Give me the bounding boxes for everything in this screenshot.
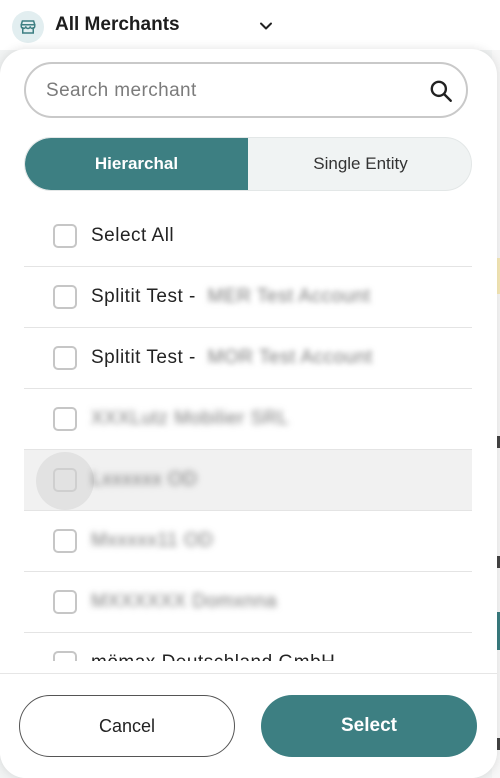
- list-item[interactable]: MXXXXXX Domxnna: [24, 572, 472, 633]
- list-item-label: XXXLutz Mobilier SRL: [91, 408, 289, 430]
- list-item[interactable]: mömax Deutschland GmbH: [24, 633, 472, 661]
- store-icon[interactable]: [12, 11, 44, 43]
- tab-single-entity[interactable]: Single Entity: [248, 138, 471, 190]
- redacted-text: MER Test Account: [207, 286, 371, 307]
- redacted-text: MXXXXXX Domxnna: [91, 591, 277, 612]
- tab-hierarchal[interactable]: Hierarchal: [25, 138, 248, 190]
- list-item[interactable]: XXXLutz Mobilier SRL: [24, 389, 472, 450]
- view-mode-toggle: Hierarchal Single Entity: [24, 137, 472, 191]
- list-item[interactable]: Splitit Test - MOR Test Account: [24, 328, 472, 389]
- checkbox[interactable]: [53, 468, 77, 492]
- redacted-text: Lxxxxxx OD: [91, 469, 198, 490]
- list-item-label: Select All: [91, 225, 175, 246]
- list-item-label: Lxxxxxx OD: [91, 469, 197, 491]
- checkbox[interactable]: [53, 651, 77, 661]
- checkbox[interactable]: [53, 224, 77, 248]
- list-item-label: Mxxxxx11 OD: [91, 530, 213, 552]
- redacted-text: Mxxxxx11 OD: [91, 530, 214, 551]
- redacted-text: XXXLutz Mobilier SRL: [91, 408, 289, 429]
- cancel-button[interactable]: Cancel: [19, 695, 235, 757]
- merchant-picker-panel: Hierarchal Single Entity Select All Spli…: [0, 49, 497, 778]
- select-button[interactable]: Select: [261, 695, 477, 757]
- checkbox[interactable]: [53, 285, 77, 309]
- search-box: [24, 62, 468, 118]
- redacted-text: MOR Test Account: [207, 347, 373, 368]
- list-item-label: Splitit Test - MOR Test Account: [91, 347, 373, 368]
- merchant-list: Select All Splitit Test - MER Test Accou…: [24, 206, 472, 661]
- checkbox[interactable]: [53, 407, 77, 431]
- list-item-label: MXXXXXX Domxnna: [91, 591, 277, 613]
- picker-footer: Cancel Select: [0, 673, 497, 778]
- checkbox[interactable]: [53, 529, 77, 553]
- checkbox[interactable]: [53, 346, 77, 370]
- list-item[interactable]: Splitit Test - MER Test Account: [24, 267, 472, 328]
- list-item[interactable]: Lxxxxxx OD: [24, 450, 472, 511]
- merchant-selector-title[interactable]: All Merchants: [55, 14, 180, 36]
- chevron-down-icon[interactable]: [256, 16, 276, 36]
- list-item-label: mömax Deutschland GmbH: [91, 652, 335, 661]
- checkbox[interactable]: [53, 590, 77, 614]
- list-item[interactable]: Mxxxxx11 OD: [24, 511, 472, 572]
- list-item-label: Splitit Test - MER Test Account: [91, 286, 371, 307]
- search-input[interactable]: [44, 64, 428, 118]
- search-icon[interactable]: [428, 78, 454, 104]
- list-item-select-all[interactable]: Select All: [24, 206, 472, 267]
- top-bar: All Merchants: [0, 0, 500, 50]
